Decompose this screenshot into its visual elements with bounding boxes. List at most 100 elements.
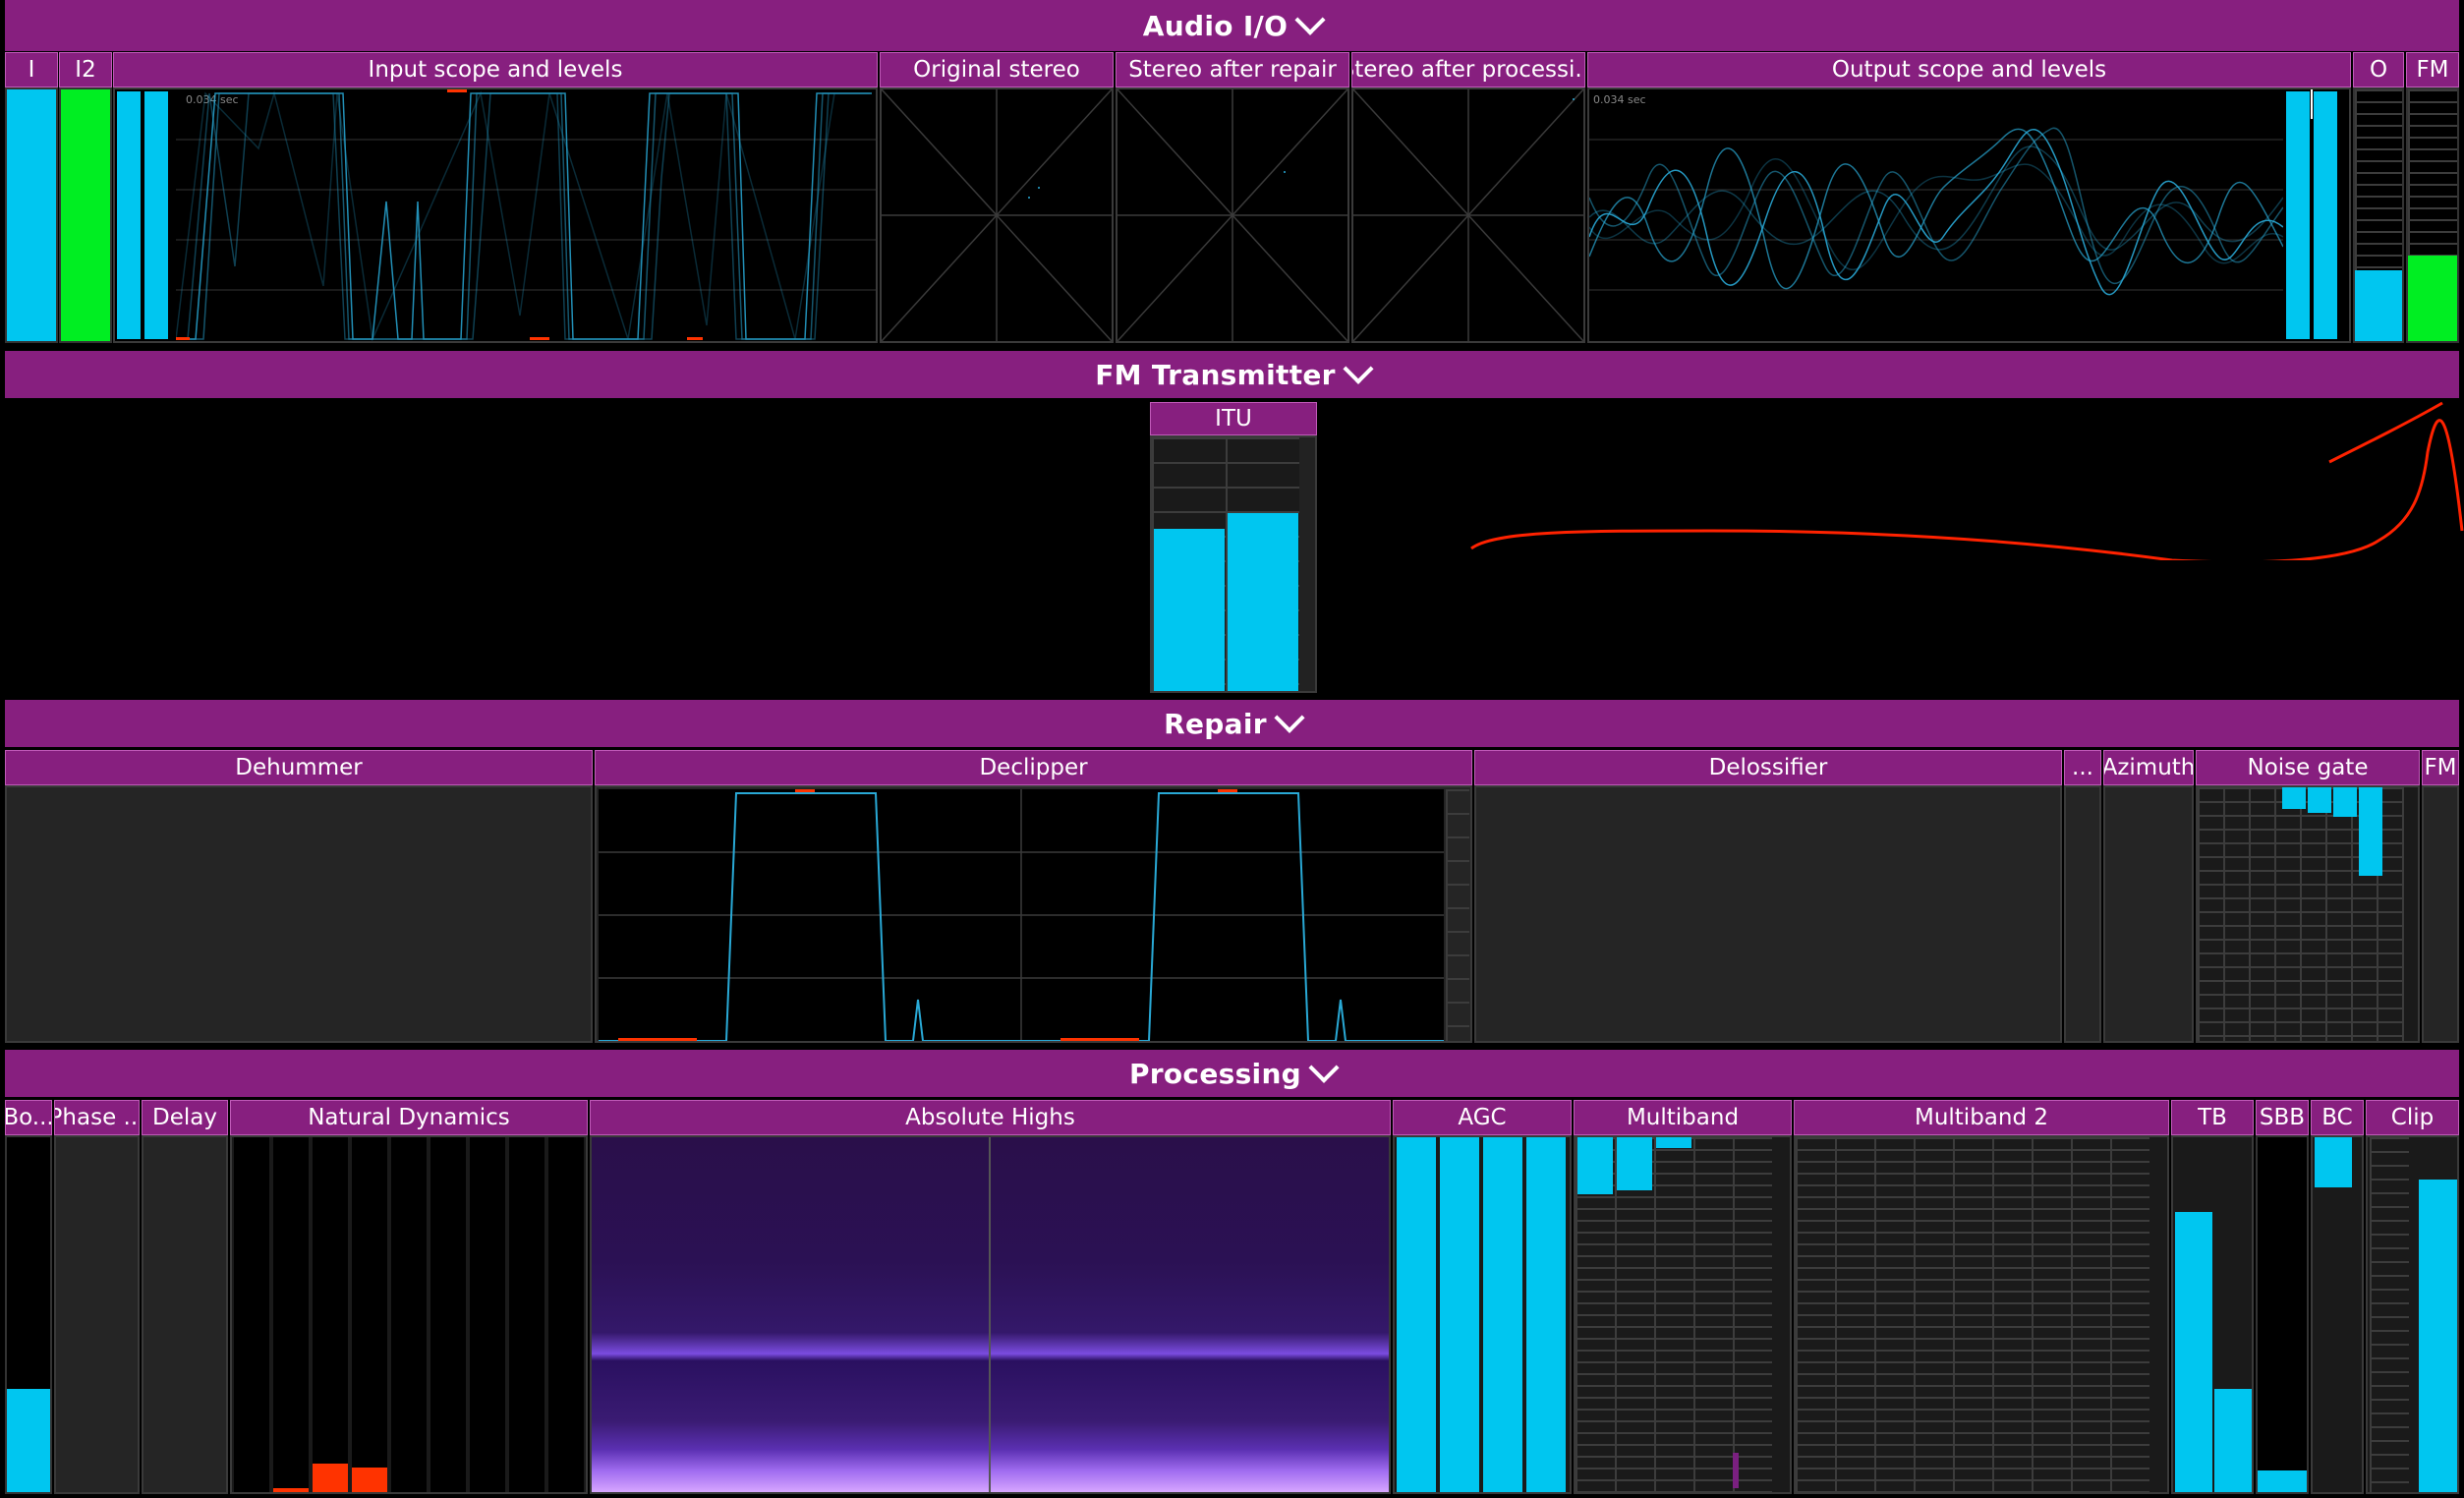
meter-column	[313, 1137, 348, 1492]
chevron-down-icon[interactable]	[1308, 1052, 1340, 1083]
itu-meter-right	[1228, 513, 1298, 691]
panel-header-fm[interactable]: FM	[2406, 52, 2459, 87]
multiband-bars	[1576, 1137, 1772, 1492]
panel-header-stereo-after-processing[interactable]: Stereo after processi...	[1351, 52, 1585, 87]
multiband-marker	[1733, 1453, 1739, 1488]
meter-column-fill	[1577, 1137, 1613, 1194]
panel-header-itu[interactable]: ITU	[1150, 402, 1317, 435]
section-title: Repair	[1164, 707, 1267, 740]
meter-column	[2073, 1137, 2108, 1492]
bo-meter	[5, 1135, 52, 1494]
input-level-meter	[5, 87, 58, 343]
fm-level-fill	[2408, 255, 2457, 341]
panel-header-multiband-2[interactable]: Multiband 2	[1794, 1100, 2169, 1135]
panel-header-delossifier[interactable]: Delossifier	[1474, 750, 2062, 785]
panel-header-i2[interactable]: I2	[59, 52, 112, 87]
panel-header-fm[interactable]: FM	[2422, 750, 2459, 785]
panel-header-bc[interactable]: BC	[2311, 1100, 2364, 1135]
sbb-meter	[2256, 1135, 2309, 1494]
section-header-processing[interactable]: Processing	[5, 1050, 2459, 1097]
meter-column	[1798, 1137, 1833, 1492]
panel-header-declipper[interactable]: Declipper	[595, 750, 1472, 785]
meter-column	[1483, 1137, 1522, 1492]
panel-header-dehummer[interactable]: Dehummer	[5, 750, 593, 785]
output-peak-marker	[2311, 89, 2313, 119]
dehummer-panel	[5, 785, 593, 1043]
meter-column-fill	[1526, 1137, 1566, 1492]
panel-header-collapsed[interactable]: ...	[2064, 750, 2101, 785]
itu-meter-panel	[1150, 435, 1317, 693]
agc-panel	[1393, 1135, 1572, 1494]
multiband-2-panel	[1794, 1135, 2169, 1494]
meter-column	[509, 1137, 544, 1492]
input-scope-meter-r	[144, 91, 168, 339]
agc-bars	[1395, 1137, 1570, 1492]
natural-dynamics-panel	[230, 1135, 588, 1494]
chevron-down-icon[interactable]	[1343, 353, 1374, 384]
panel-header-agc[interactable]: AGC	[1393, 1100, 1572, 1135]
panel-header-o[interactable]: O	[2353, 52, 2404, 87]
panel-header-input-scope[interactable]: Input scope and levels	[113, 52, 878, 87]
tb-bar	[2214, 1389, 2252, 1492]
meter-column	[273, 1137, 309, 1492]
fm-level-meter	[2406, 87, 2459, 343]
panel-header-original-stereo[interactable]: Original stereo	[880, 52, 1114, 87]
panel-header-phase[interactable]: Phase ...	[54, 1100, 140, 1135]
panel-header-sbb[interactable]: SBB	[2256, 1100, 2309, 1135]
panel-header-natural-dynamics[interactable]: Natural Dynamics	[230, 1100, 588, 1135]
meter-column-fill	[273, 1488, 309, 1492]
input-scope-waveform	[176, 89, 876, 341]
panel-header-i[interactable]: I	[5, 52, 58, 87]
delossifier-panel	[1474, 785, 2062, 1043]
meter-column	[1735, 1137, 1770, 1492]
panel-header-clip[interactable]: Clip	[2366, 1100, 2459, 1135]
collapsed-panel	[2064, 785, 2101, 1043]
section-title: Audio I/O	[1142, 9, 1289, 42]
declipper-side-meter	[1446, 789, 1469, 1041]
red-arrow-annotation	[1470, 401, 2464, 560]
section-header-fm-transmitter[interactable]: FM Transmitter	[5, 351, 2459, 398]
output-scope-meter-l	[2286, 91, 2310, 339]
panel-header-azimuth[interactable]: Azimuth	[2103, 750, 2194, 785]
input-level-fill	[7, 89, 56, 341]
section-header-audio-io[interactable]: Audio I/O	[5, 0, 2459, 51]
meter-column	[1876, 1137, 1912, 1492]
panel-header-output-scope[interactable]: Output scope and levels	[1587, 52, 2351, 87]
meter-column	[1916, 1137, 1951, 1492]
stereo-after-processing-scope	[1351, 87, 1585, 343]
section-title: FM Transmitter	[1095, 358, 1336, 391]
chevron-down-icon[interactable]	[1294, 4, 1326, 35]
itu-meter-left	[1154, 528, 1225, 691]
meter-column	[1994, 1137, 2030, 1492]
panel-header-bo[interactable]: Bo...	[5, 1100, 52, 1135]
panel-header-noise-gate[interactable]: Noise gate	[2196, 750, 2420, 785]
noise-gate-bar	[2359, 787, 2382, 876]
chevron-down-icon[interactable]	[1274, 702, 1305, 733]
phase-panel	[54, 1135, 140, 1494]
meter-column-fill	[1397, 1137, 1436, 1492]
panel-header-absolute-highs[interactable]: Absolute Highs	[590, 1100, 1391, 1135]
panel-header-stereo-after-repair[interactable]: Stereo after repair	[1116, 52, 1349, 87]
input-scope-meter-l	[117, 91, 141, 339]
panel-header-tb[interactable]: TB	[2171, 1100, 2254, 1135]
sbb-meter-fill	[2258, 1470, 2307, 1492]
meter-column-fill	[1656, 1137, 1691, 1148]
meter-column-fill	[1440, 1137, 1479, 1492]
absolute-highs-spectrogram	[590, 1135, 1391, 1494]
panel-header-delay[interactable]: Delay	[142, 1100, 228, 1135]
meter-column	[1837, 1137, 1872, 1492]
meter-column	[1955, 1137, 1990, 1492]
meter-column	[470, 1137, 505, 1492]
multiband-panel	[1574, 1135, 1792, 1494]
meter-column	[1617, 1137, 1652, 1492]
itu-scale	[1299, 437, 1315, 691]
panel-header-multiband[interactable]: Multiband	[1574, 1100, 1792, 1135]
meter-column	[548, 1137, 584, 1492]
output-level-fill	[2355, 270, 2402, 341]
meter-column-fill	[1617, 1137, 1652, 1191]
meter-column	[1526, 1137, 1566, 1492]
azimuth-panel	[2103, 785, 2194, 1043]
meter-column	[1397, 1137, 1436, 1492]
section-header-repair[interactable]: Repair	[5, 700, 2459, 747]
section-title: Processing	[1128, 1057, 1302, 1090]
